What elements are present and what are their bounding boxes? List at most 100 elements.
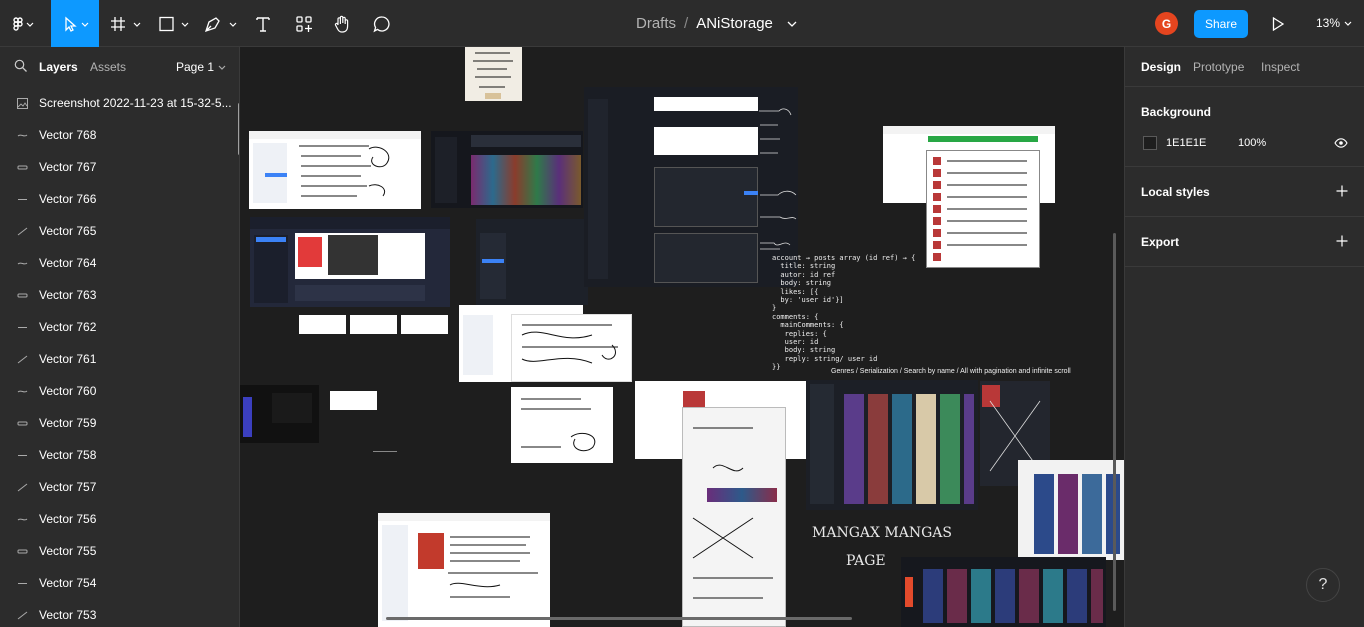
image-icon	[17, 98, 28, 109]
move-tool-button[interactable]	[51, 0, 99, 47]
help-button[interactable]: ?	[1306, 568, 1340, 602]
canvas-frame[interactable]	[431, 131, 583, 208]
canvas-frame[interactable]	[401, 315, 448, 334]
text-t-icon	[256, 16, 270, 32]
canvas-horizontal-scrollbar[interactable]	[386, 617, 852, 620]
present-button[interactable]	[1266, 0, 1290, 47]
canvas-frame[interactable]	[249, 131, 421, 209]
comment-tool-button[interactable]	[368, 0, 396, 47]
user-avatar[interactable]: G	[1155, 12, 1178, 35]
hand-tool-button[interactable]	[328, 0, 356, 47]
vector-icon	[17, 390, 28, 393]
background-section: Background 1E1E1E 100%	[1125, 87, 1364, 167]
layer-name: Vector 756	[39, 512, 97, 526]
layer-name: Vector 768	[39, 128, 97, 142]
layer-row[interactable]: Vector 765	[0, 215, 239, 247]
components-icon	[296, 15, 312, 32]
vector-icon	[17, 227, 28, 236]
canvas-frame[interactable]	[250, 217, 450, 307]
layer-row[interactable]: Vector 768	[0, 119, 239, 151]
title-separator: /	[684, 15, 689, 32]
layer-row[interactable]: Vector 755	[0, 535, 239, 567]
layer-row[interactable]: Vector 767	[0, 151, 239, 183]
vector-icon	[17, 421, 28, 426]
canvas-frame[interactable]	[511, 387, 613, 463]
pen-icon	[204, 16, 237, 32]
layer-row[interactable]: Vector 759	[0, 407, 239, 439]
layer-row[interactable]: Vector 758	[0, 439, 239, 471]
tab-prototype[interactable]: Prototype	[1193, 60, 1244, 74]
drafts-link[interactable]: Drafts	[636, 15, 676, 32]
sketch-scribble	[521, 324, 618, 364]
background-color-swatch[interactable]	[1143, 136, 1157, 150]
hand-icon	[334, 15, 349, 33]
canvas-frame[interactable]	[806, 380, 978, 510]
genres-note: Genres / Serialization / Search by name …	[831, 368, 1071, 375]
layer-row[interactable]: Vector 756	[0, 503, 239, 535]
layer-name: Screenshot 2022-11-23 at 15-32-5...	[39, 96, 232, 110]
layer-row[interactable]: Vector 766	[0, 183, 239, 215]
sketch-scribble	[473, 52, 513, 99]
page-selector[interactable]: Page 1	[176, 60, 226, 74]
canvas-frame[interactable]	[378, 513, 550, 627]
canvas-frame[interactable]	[465, 47, 522, 101]
vector-icon	[17, 483, 28, 492]
handwriting-page: PAGE	[846, 553, 886, 569]
cursor-arrow-icon	[65, 16, 89, 32]
pen-tool-button[interactable]	[202, 0, 240, 47]
vector-icon	[18, 327, 27, 328]
layer-row[interactable]: Vector 764	[0, 247, 239, 279]
play-icon	[1272, 16, 1284, 31]
search-icon[interactable]	[14, 59, 28, 73]
layer-row[interactable]: Vector 760	[0, 375, 239, 407]
text-tool-button[interactable]	[250, 0, 276, 47]
layer-name: Vector 755	[39, 544, 97, 558]
canvas-frame[interactable]	[584, 87, 798, 287]
tab-assets[interactable]: Assets	[90, 60, 126, 74]
layer-row[interactable]: Vector 763	[0, 279, 239, 311]
tab-inspect[interactable]: Inspect	[1261, 60, 1300, 74]
layer-row[interactable]: Screenshot 2022-11-23 at 15-32-5...	[0, 87, 239, 119]
layer-name: Vector 762	[39, 320, 97, 334]
plus-icon[interactable]	[1336, 185, 1348, 197]
canvas-frame[interactable]	[901, 557, 1106, 627]
canvas-frame[interactable]	[240, 385, 319, 443]
handwriting-mangas: MANGAX MANGAS	[812, 525, 952, 541]
layer-row[interactable]: Vector 754	[0, 567, 239, 599]
canvas-vertical-scrollbar[interactable]	[1113, 233, 1116, 611]
frame-tool-button[interactable]	[108, 0, 144, 47]
design-canvas[interactable]: account → posts array (id ref) → { title…	[240, 47, 1124, 627]
share-button[interactable]: Share	[1194, 10, 1248, 38]
canvas-frame[interactable]	[299, 315, 346, 334]
layer-row[interactable]: Vector 762	[0, 311, 239, 343]
plus-icon[interactable]	[1336, 235, 1348, 247]
layer-name: Vector 757	[39, 480, 97, 494]
canvas-frame[interactable]	[1018, 460, 1124, 560]
vector-icon	[17, 165, 28, 170]
canvas-frame[interactable]	[350, 315, 397, 334]
sketch-scribble	[521, 398, 596, 452]
canvas-frame[interactable]	[926, 150, 1040, 268]
vector-icon	[18, 455, 27, 456]
layer-row[interactable]: Vector 753	[0, 599, 239, 627]
eye-icon[interactable]	[1334, 138, 1348, 148]
layer-row[interactable]: Vector 757	[0, 471, 239, 503]
top-toolbar: Drafts / ANiStorage G Share 13%	[0, 0, 1364, 47]
main-menu-button[interactable]	[0, 0, 46, 47]
export-title: Export	[1141, 235, 1180, 249]
resources-tool-button[interactable]	[290, 0, 318, 47]
zoom-dropdown[interactable]: 13%	[1316, 16, 1352, 30]
tab-design[interactable]: Design	[1141, 60, 1181, 74]
background-hex-input[interactable]: 1E1E1E	[1166, 137, 1206, 149]
file-title[interactable]: Drafts / ANiStorage	[636, 15, 797, 32]
shape-tool-button[interactable]	[156, 0, 192, 47]
canvas-frame[interactable]	[682, 407, 786, 627]
tab-layers[interactable]: Layers	[39, 60, 78, 74]
layer-row[interactable]: Vector 761	[0, 343, 239, 375]
file-name[interactable]: ANiStorage	[696, 15, 773, 32]
background-opacity-input[interactable]: 100%	[1238, 137, 1266, 149]
canvas-frame[interactable]	[511, 314, 632, 382]
canvas-frame[interactable]	[476, 219, 588, 305]
canvas-frame[interactable]	[330, 391, 377, 410]
vector-icon	[17, 611, 28, 620]
